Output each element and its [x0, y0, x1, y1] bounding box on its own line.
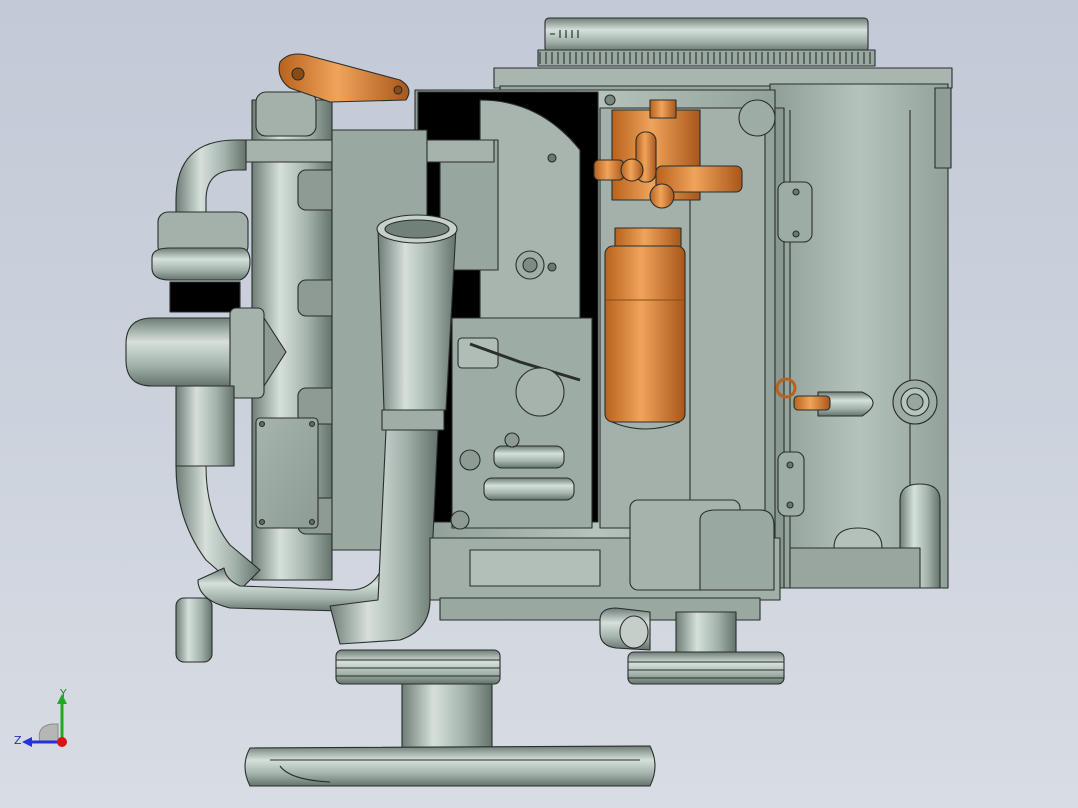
z-axis-arrowhead — [22, 737, 32, 747]
y-axis-label: Y — [59, 687, 67, 700]
3d-model-viewport[interactable]: Y Z — [0, 0, 1078, 808]
fuel-injection-pump — [450, 317, 593, 530]
coordinate-triad: Y Z — [14, 687, 67, 747]
oil-pan — [244, 745, 656, 787]
crankshaft-pulley — [335, 649, 501, 749]
triad-arc-icon — [38, 723, 59, 743]
engine-assembly-model[interactable] — [0, 0, 1078, 808]
flywheel-ring-gear — [537, 17, 876, 67]
x-axis-dot — [57, 737, 67, 747]
z-axis-label: Z — [14, 734, 22, 747]
